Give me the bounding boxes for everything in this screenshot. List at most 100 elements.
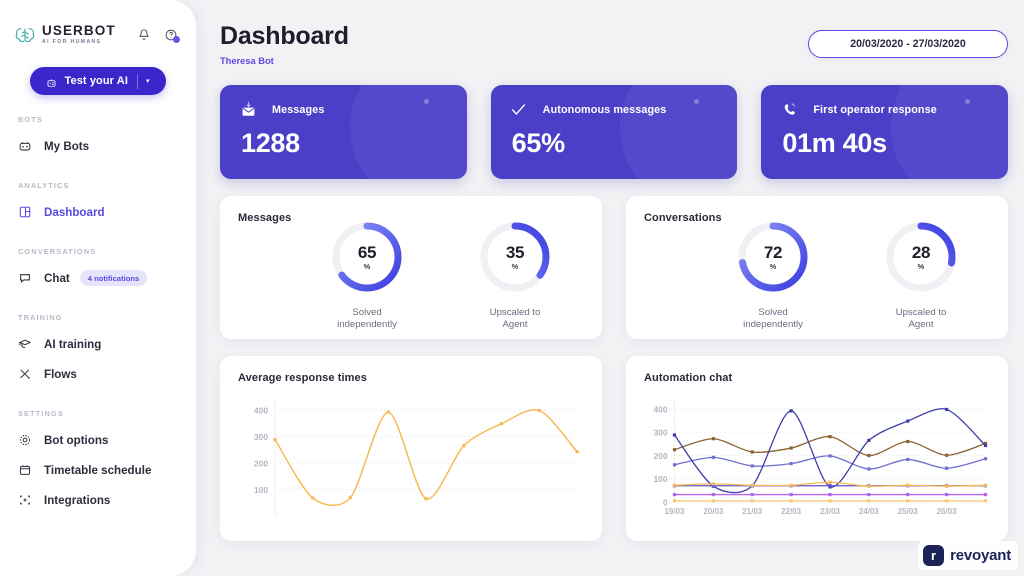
kpi-value: 01m 40s	[782, 128, 887, 158]
page-header: Dashboard Theresa Bot 20/03/2020 - 27/03…	[220, 0, 1008, 66]
check-icon	[509, 101, 529, 119]
revoyant-watermark: r revoyant	[918, 541, 1018, 570]
robot-icon	[46, 76, 57, 87]
test-your-ai-button[interactable]: Test your AI ▾	[30, 67, 166, 96]
calendar-icon	[18, 463, 32, 477]
sidebar-item-label: Integrations	[44, 493, 111, 507]
envelope-download-icon	[238, 101, 258, 119]
kpi-label: Messages	[272, 104, 325, 116]
svg-text:22/03: 22/03	[781, 507, 802, 516]
kpi-card-row: Messages 1288 Autonomous messages 65% Fi…	[220, 85, 1009, 179]
sidebar-item-label: Flows	[44, 367, 77, 381]
nav-section-analytics-label: ANALYTICS	[18, 181, 70, 191]
messages-panel: Messages 65 % Solved independently 35 % …	[220, 196, 602, 339]
date-range-picker[interactable]: 20/03/2020 - 27/03/2020	[808, 30, 1008, 58]
dashboard-layout-icon	[18, 205, 32, 219]
watermark-text: revoyant	[950, 547, 1011, 564]
svg-text:200: 200	[254, 458, 268, 468]
donut-upscaled-to-agent-conversations[interactable]: 28 % Upscaled to Agent	[860, 218, 982, 331]
sidebar-item-label: My Bots	[44, 139, 90, 153]
page-title: Dashboard	[220, 22, 349, 50]
revoyant-logo-icon: r	[923, 545, 945, 566]
donut-unit: %	[917, 262, 925, 271]
nav-section-settings-label: SETTINGS	[18, 409, 64, 419]
panel-title: Average response times	[238, 371, 367, 384]
brain-icon	[14, 25, 36, 45]
donut-unit: %	[511, 262, 519, 271]
donut-solved-independently-messages[interactable]: 65 % Solved independently	[306, 218, 428, 331]
brand-tagline: AI FOR HUMANS	[42, 39, 102, 45]
chevron-down-icon[interactable]: ▾	[146, 78, 150, 85]
donut-value: 72	[763, 243, 783, 262]
flow-branch-icon	[18, 367, 32, 381]
sidebar: USERBOT AI FOR HUMANS Test your AI ▾ BOT…	[0, 0, 196, 576]
graduation-cap-icon	[18, 337, 32, 351]
conversations-panel: Conversations 72 % Solved independently …	[626, 196, 1008, 339]
sidebar-item-chat[interactable]: Chat 4 notifications	[0, 265, 196, 291]
sidebar-item-dashboard[interactable]: Dashboard	[0, 199, 196, 225]
nav-section-bots-label: BOTS	[18, 115, 43, 125]
svg-text:0: 0	[663, 497, 668, 507]
svg-text:100: 100	[254, 485, 268, 495]
average-response-times-chart[interactable]: 100 200 300 400	[238, 384, 584, 524]
sidebar-item-my-bots[interactable]: My Bots	[0, 133, 196, 159]
svg-text:100: 100	[654, 474, 668, 484]
integrations-icon	[18, 493, 32, 507]
donut-caption: Upscaled to Agent	[895, 307, 947, 330]
donut-upscaled-to-agent-messages[interactable]: 35 % Upscaled to Agent	[454, 218, 576, 331]
nav-section-training-label: TRAINING	[18, 313, 63, 323]
help-badge-dot	[173, 35, 180, 43]
sidebar-item-bot-options[interactable]: Bot options	[0, 427, 196, 453]
kpi-card-first-operator-response[interactable]: First operator response 01m 40s	[761, 85, 1009, 179]
svg-text:19/03: 19/03	[664, 507, 685, 516]
sidebar-item-timetable-schedule[interactable]: Timetable schedule	[0, 457, 196, 483]
svg-text:23/03: 23/03	[820, 507, 841, 516]
kpi-label: Autonomous messages	[542, 104, 667, 116]
sidebar-item-integrations[interactable]: Integrations	[0, 487, 196, 513]
svg-text:300: 300	[654, 428, 668, 438]
svg-text:400: 400	[654, 404, 668, 414]
sidebar-nav: BOTS My Bots ANALYTICS Dashboard CONVERS…	[0, 115, 196, 513]
donut-caption: Solved independently	[743, 307, 803, 330]
donut-panel-row: Messages 65 % Solved independently 35 % …	[220, 196, 1008, 339]
donut-value: 65	[357, 243, 377, 262]
dashboard-app: USERBOT AI FOR HUMANS Test your AI ▾ BOT…	[0, 0, 1024, 576]
kpi-card-messages[interactable]: Messages 1288	[220, 85, 467, 179]
gear-icon	[18, 433, 32, 447]
kpi-label: First operator response	[813, 104, 937, 116]
svg-text:20/03: 20/03	[703, 507, 724, 516]
robot-head-icon	[18, 139, 32, 153]
help-circle-icon[interactable]	[164, 28, 180, 43]
sidebar-item-label: Chat	[44, 271, 70, 285]
nav-section-conversations-label: CONVERSATIONS	[18, 247, 97, 257]
donut-value: 28	[911, 243, 931, 262]
kpi-value: 65%	[511, 128, 565, 158]
donut-value: 35	[505, 243, 525, 262]
donut-caption: Solved independently	[337, 307, 397, 330]
panel-title: Automation chat	[644, 371, 733, 384]
average-response-times-panel: Average response times 100 200 300 400	[220, 355, 602, 541]
automation-chat-panel: Automation chat 0 100 200 300 400 19/03 20/03 2…	[626, 355, 1008, 541]
svg-text:24/03: 24/03	[859, 507, 880, 516]
phone-icon	[779, 101, 799, 119]
kpi-card-autonomous-messages[interactable]: Autonomous messages 65%	[490, 85, 738, 179]
sidebar-item-flows[interactable]: Flows	[0, 361, 196, 387]
donut-solved-independently-conversations[interactable]: 72 % Solved independently	[712, 218, 834, 331]
main-content: Dashboard Theresa Bot 20/03/2020 - 27/03…	[196, 0, 1024, 576]
notifications-bell-icon[interactable]	[137, 28, 151, 42]
sidebar-item-ai-training[interactable]: AI training	[0, 331, 196, 357]
svg-text:26/03: 26/03	[937, 507, 958, 516]
donut-caption: Upscaled to Agent	[489, 307, 541, 330]
sidebar-item-label: Bot options	[44, 433, 109, 447]
svg-text:200: 200	[654, 451, 668, 461]
sidebar-item-label: Dashboard	[44, 205, 105, 219]
test-your-ai-label: Test your AI	[64, 75, 129, 88]
sidebar-item-label: AI training	[44, 337, 102, 351]
line-chart-row: Average response times 100 200 300 400 Auto…	[220, 355, 1008, 541]
automation-chat-chart[interactable]: 0 100 200 300 400 19/03 20/03 21/03 22/03 23/03 24…	[644, 384, 990, 524]
svg-text:400: 400	[254, 405, 268, 415]
svg-text:300: 300	[254, 432, 268, 442]
kpi-value: 1288	[241, 128, 300, 158]
chat-bubble-icon	[18, 271, 32, 285]
donut-unit: %	[769, 262, 777, 271]
